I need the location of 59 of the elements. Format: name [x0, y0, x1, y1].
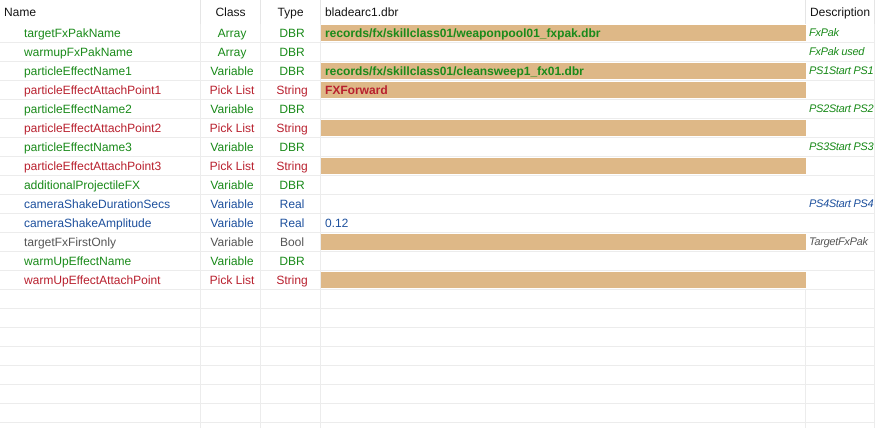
description-text: FxPak used — [809, 46, 864, 58]
property-type: DBR — [279, 26, 305, 40]
property-type: DBR — [279, 64, 305, 78]
property-name: warmupFxPakName — [24, 45, 133, 59]
property-class: Variable — [210, 178, 254, 192]
property-class: Variable — [210, 216, 254, 230]
value-cell[interactable]: 0.12 — [321, 215, 806, 231]
property-type: String — [276, 273, 308, 287]
column-header[interactable]: Name — [0, 0, 201, 24]
property-type: DBR — [279, 45, 305, 59]
property-type: DBR — [279, 102, 305, 116]
property-name: warmUpEffectName — [24, 254, 132, 268]
property-class: Variable — [210, 197, 254, 211]
property-type: Real — [280, 216, 304, 230]
property-name: particleEffectName1 — [24, 64, 132, 78]
property-class: Array — [218, 45, 246, 59]
value-cell[interactable] — [321, 120, 806, 136]
value-cell[interactable] — [321, 234, 806, 250]
property-name: particleEffectName3 — [24, 140, 132, 154]
description-text: TargetFxPak — [809, 236, 868, 248]
property-type: String — [276, 83, 308, 97]
property-class: Variable — [210, 64, 254, 78]
property-type: DBR — [279, 178, 305, 192]
property-class: Variable — [210, 235, 254, 249]
property-name: cameraShakeDurationSecs — [24, 197, 170, 211]
property-type: Bool — [280, 235, 304, 249]
property-class: Array — [218, 26, 246, 40]
property-name: particleEffectAttachPoint2 — [24, 121, 162, 135]
property-name: targetFxPakName — [24, 26, 121, 40]
property-name: cameraShakeAmplitude — [24, 216, 152, 230]
description-text: FxPak — [809, 27, 839, 39]
property-type: Real — [280, 197, 304, 211]
property-class: Variable — [210, 102, 254, 116]
property-class: Pick List — [210, 273, 254, 287]
property-class: Pick List — [210, 121, 254, 135]
description-text: PS1Start PS1 — [809, 65, 874, 77]
property-name: particleEffectAttachPoint3 — [24, 159, 162, 173]
property-name: targetFxFirstOnly — [24, 235, 116, 249]
property-type: DBR — [279, 140, 305, 154]
property-name: warmUpEffectAttachPoint — [24, 273, 161, 287]
property-name: particleEffectName2 — [24, 102, 132, 116]
column-header[interactable]: Type — [261, 0, 321, 24]
description-text: PS4Start PS4 — [809, 198, 874, 210]
property-name: additionalProjectileFX — [24, 178, 140, 192]
property-class: Pick List — [210, 83, 254, 97]
value-cell[interactable] — [321, 272, 806, 288]
value-cell[interactable] — [321, 158, 806, 174]
column-header[interactable]: Description — [806, 0, 875, 24]
property-class: Variable — [210, 140, 254, 154]
description-text: PS2Start PS2 — [809, 103, 874, 115]
column-header[interactable]: bladearc1.dbr — [321, 0, 806, 24]
description-text: PS3Start PS3 — [809, 141, 874, 153]
property-type: String — [276, 159, 308, 173]
property-class: Pick List — [210, 159, 254, 173]
property-class: Variable — [210, 254, 254, 268]
column-header[interactable]: Class — [201, 0, 261, 24]
property-name: particleEffectAttachPoint1 — [24, 83, 162, 97]
property-type: DBR — [279, 254, 305, 268]
property-type: String — [276, 121, 308, 135]
